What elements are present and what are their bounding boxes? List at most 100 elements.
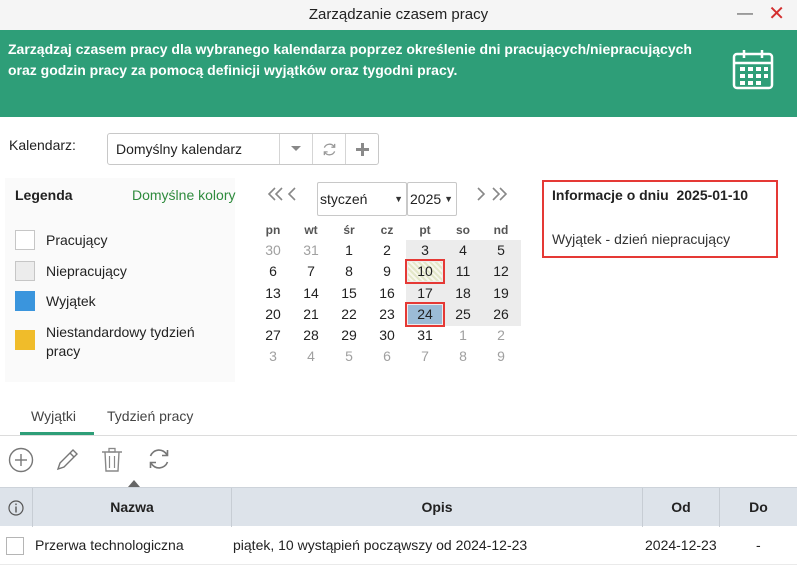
column-header-name[interactable]: Nazwa bbox=[33, 488, 232, 527]
calendar-day[interactable]: 2 bbox=[368, 241, 406, 260]
chevron-left-icon bbox=[287, 187, 296, 201]
calendar-day[interactable]: 23 bbox=[368, 305, 406, 324]
tab-bar: Wyjątki Tydzień pracy bbox=[0, 400, 797, 436]
default-colors-link[interactable]: Domyślne kolory bbox=[132, 187, 235, 203]
table-row[interactable]: Przerwa technologiczna piątek, 10 wystąp… bbox=[0, 527, 797, 565]
calendar-day[interactable]: 18 bbox=[444, 284, 482, 303]
weekday-header: pt bbox=[419, 223, 431, 237]
calendar-day[interactable]: 31 bbox=[292, 241, 330, 260]
calendar-day[interactable]: 3 bbox=[406, 241, 444, 260]
calendar-day[interactable]: 2 bbox=[482, 326, 520, 345]
info-column-header[interactable] bbox=[0, 488, 33, 527]
calendar-day[interactable]: 22 bbox=[330, 305, 368, 324]
calendar-day[interactable]: 31 bbox=[406, 326, 444, 345]
banner-text: Zarządzaj czasem pracy dla wybranego kal… bbox=[8, 41, 692, 78]
next-month-button[interactable] bbox=[476, 187, 486, 206]
calendar-day[interactable]: 19 bbox=[482, 284, 520, 303]
calendar-day[interactable]: 12 bbox=[482, 262, 520, 281]
legend-label: Pracujący bbox=[46, 232, 108, 248]
edit-button[interactable] bbox=[54, 447, 80, 476]
add-button[interactable] bbox=[8, 447, 34, 476]
legend-item-custom-week: Niestandardowy tydzień pracy bbox=[15, 323, 216, 361]
calendar-day[interactable]: 27 bbox=[254, 326, 292, 345]
weekday-header: nd bbox=[493, 223, 509, 237]
calendar-day[interactable]: 9 bbox=[368, 262, 406, 281]
add-icon bbox=[8, 447, 34, 473]
next-year-button[interactable] bbox=[490, 187, 508, 206]
tab-exceptions[interactable]: Wyjątki bbox=[20, 408, 94, 435]
calendar-day[interactable]: 7 bbox=[292, 262, 330, 281]
month-select[interactable]: styczeń ▼ bbox=[317, 182, 407, 216]
prev-year-button[interactable] bbox=[267, 187, 285, 206]
cell-from: 2024-12-23 bbox=[645, 537, 717, 553]
calendar-day[interactable]: 8 bbox=[330, 262, 368, 281]
legend-swatch[interactable] bbox=[15, 330, 35, 350]
calendar-day[interactable]: 6 bbox=[368, 347, 406, 366]
cell-name: Przerwa technologiczna bbox=[35, 537, 184, 553]
calendar-day[interactable]: 30 bbox=[368, 326, 406, 345]
calendar-day[interactable]: 20 bbox=[254, 305, 292, 324]
calendar-day[interactable]: 4 bbox=[444, 241, 482, 260]
legend-swatch[interactable] bbox=[15, 291, 35, 311]
row-checkbox[interactable] bbox=[6, 537, 24, 555]
calendar-day[interactable]: 9 bbox=[482, 347, 520, 366]
calendar-day[interactable]: 5 bbox=[482, 241, 520, 260]
calendar-select[interactable]: Domyślny kalendarz bbox=[107, 133, 379, 165]
add-calendar-button[interactable] bbox=[345, 134, 378, 164]
cell-to: - bbox=[756, 537, 761, 553]
legend-label: Niestandardowy tydzień pracy bbox=[46, 324, 195, 359]
calendar-day[interactable]: 3 bbox=[254, 347, 292, 366]
calendar-day[interactable]: 5 bbox=[330, 347, 368, 366]
weekday-header: pn bbox=[265, 223, 281, 237]
day-info-date: 2025-01-10 bbox=[676, 187, 749, 203]
weekday-header: so bbox=[455, 223, 470, 237]
calendar-day[interactable]: 8 bbox=[444, 347, 482, 366]
calendar-day[interactable]: 30 bbox=[254, 241, 292, 260]
month-select-value: styczeń bbox=[320, 191, 368, 207]
calendar-day-exception[interactable]: 24 bbox=[405, 302, 445, 327]
calendar-day[interactable]: 14 bbox=[292, 284, 330, 303]
calendar-day[interactable]: 21 bbox=[292, 305, 330, 324]
refresh-button[interactable] bbox=[147, 447, 171, 474]
legend-swatch[interactable] bbox=[15, 261, 35, 281]
weekday-header: wt bbox=[304, 223, 318, 237]
calendar-day[interactable]: 1 bbox=[444, 326, 482, 345]
calendar-select-value[interactable]: Domyślny kalendarz bbox=[108, 134, 279, 164]
column-header-to[interactable]: Do bbox=[720, 488, 797, 527]
calendar-day[interactable]: 25 bbox=[444, 305, 482, 324]
calendar-day[interactable]: 26 bbox=[482, 305, 520, 324]
calendar-day[interactable]: 11 bbox=[444, 262, 482, 281]
delete-button[interactable] bbox=[100, 447, 124, 476]
calendar-day[interactable]: 29 bbox=[330, 326, 368, 345]
table-header: Nazwa Opis Od Do bbox=[0, 487, 797, 527]
minimize-button[interactable]: — bbox=[737, 0, 753, 30]
dropdown-button[interactable] bbox=[279, 134, 312, 164]
tab-work-week[interactable]: Tydzień pracy bbox=[107, 408, 193, 435]
chevron-down-icon bbox=[291, 146, 301, 151]
year-select[interactable]: 2025 ▼ bbox=[407, 182, 457, 216]
calendar-day[interactable]: 15 bbox=[330, 284, 368, 303]
calendar-icon bbox=[732, 50, 774, 90]
legend-swatch[interactable] bbox=[15, 230, 35, 250]
column-header-from[interactable]: Od bbox=[643, 488, 720, 527]
calendar-day[interactable]: 7 bbox=[406, 347, 444, 366]
close-button[interactable]: ✕ bbox=[768, 0, 785, 30]
sort-ascending-icon bbox=[128, 480, 140, 487]
weekday-header: śr bbox=[343, 223, 355, 237]
calendar-day[interactable]: 6 bbox=[254, 262, 292, 281]
calendar-day[interactable]: 17 bbox=[406, 284, 444, 303]
calendar-day[interactable]: 13 bbox=[254, 284, 292, 303]
calendar-day[interactable]: 1 bbox=[330, 241, 368, 260]
dropdown-arrow-icon: ▼ bbox=[444, 194, 453, 204]
header-banner: Zarządzaj czasem pracy dla wybranego kal… bbox=[0, 30, 797, 117]
calendar-day-selected[interactable]: 10 bbox=[405, 259, 445, 284]
calendar-day[interactable]: 4 bbox=[292, 347, 330, 366]
calendar-label: Kalendarz: bbox=[9, 137, 76, 153]
prev-month-button[interactable] bbox=[287, 187, 297, 206]
column-header-description[interactable]: Opis bbox=[232, 488, 643, 527]
window-title: Zarządzanie czasem pracy bbox=[308, 6, 489, 23]
calendar-day[interactable]: 28 bbox=[292, 326, 330, 345]
calendar-day[interactable]: 16 bbox=[368, 284, 406, 303]
toolbar bbox=[0, 437, 797, 487]
refresh-calendars-button[interactable] bbox=[312, 134, 345, 164]
